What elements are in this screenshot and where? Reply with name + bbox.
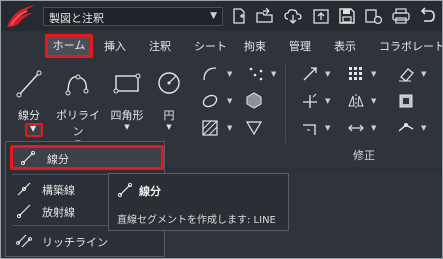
open-folder-icon[interactable] bbox=[255, 6, 275, 26]
app-logo-icon bbox=[7, 5, 35, 27]
chevron-down-icon[interactable]: ▼ bbox=[105, 123, 149, 131]
tab-parametric[interactable]: 拘束 bbox=[244, 38, 266, 54]
menu-item-label: 線分 bbox=[47, 153, 69, 166]
cloud-share-icon[interactable] bbox=[363, 6, 383, 26]
chevron-down-icon[interactable]: ▼ bbox=[227, 124, 232, 132]
circle-button-label: 円 bbox=[163, 109, 175, 122]
tab-view[interactable]: 表示 bbox=[334, 38, 356, 54]
circle-button[interactable]: 円 ▼ bbox=[151, 67, 187, 131]
line-button[interactable]: 線分 bbox=[11, 67, 47, 123]
chevron-down-icon[interactable]: ▼ bbox=[227, 97, 232, 105]
region-icon[interactable] bbox=[245, 91, 263, 109]
join-icon[interactable] bbox=[397, 119, 415, 137]
chevron-down-icon[interactable]: ▼ bbox=[325, 70, 330, 78]
chevron-down-icon[interactable]: ▼ bbox=[325, 124, 330, 132]
menu-item-label: 構築線 bbox=[42, 184, 75, 197]
chevron-down-icon[interactable]: ▼ bbox=[371, 97, 376, 105]
ellipse-icon[interactable] bbox=[201, 92, 219, 110]
rectangle-button[interactable]: 四角形 ▼ bbox=[105, 67, 149, 131]
undo-icon[interactable] bbox=[417, 6, 437, 26]
save-icon[interactable] bbox=[337, 6, 357, 26]
line-icon bbox=[16, 70, 42, 98]
tab-home[interactable]: ホーム bbox=[45, 34, 93, 58]
construction-line-icon bbox=[17, 182, 31, 196]
wipeout-icon[interactable] bbox=[245, 119, 263, 137]
polyline-icon bbox=[65, 74, 89, 96]
menu-item-label: リッチライン bbox=[42, 236, 108, 249]
rectangle-icon bbox=[113, 73, 141, 94]
circle-icon bbox=[158, 72, 180, 94]
line-icon bbox=[117, 182, 133, 198]
ribbon-tab-bar: ホーム 挿入 注釈 シート 拘束 管理 表示 コラボレート bbox=[1, 34, 442, 60]
trim-icon[interactable] bbox=[301, 92, 319, 110]
chevron-down-icon[interactable]: ▼ bbox=[325, 97, 330, 105]
polyline-button[interactable]: ポリライン ▼ bbox=[53, 67, 103, 147]
explode-icon[interactable] bbox=[397, 92, 415, 110]
panel-divider bbox=[285, 63, 286, 143]
line-button-label: 線分 bbox=[18, 109, 40, 122]
line-dropdown-arrow[interactable]: ▼ bbox=[25, 123, 43, 137]
line-icon bbox=[20, 150, 36, 166]
ray-icon bbox=[16, 204, 31, 219]
application-window: 製図と注釈 ▼ ホーム 挿入 注釈 シート 拘束 管理 表示 コラボレート 線分… bbox=[0, 0, 443, 259]
chevron-down-icon: ▼ bbox=[30, 124, 37, 133]
chevron-down-icon[interactable]: ▼ bbox=[421, 124, 426, 132]
polyline-button-label: ポリライン bbox=[56, 109, 100, 138]
array-icon[interactable] bbox=[347, 65, 365, 83]
menu-item-richline[interactable]: リッチライン bbox=[6, 230, 166, 252]
rectangle-button-label: 四角形 bbox=[110, 109, 144, 122]
chevron-down-icon[interactable]: ▼ bbox=[371, 124, 376, 132]
offset-icon[interactable] bbox=[301, 119, 319, 137]
menu-item-label: 放射線 bbox=[42, 206, 75, 219]
chevron-down-icon[interactable]: ▼ bbox=[227, 70, 232, 78]
stretch-icon[interactable] bbox=[347, 119, 365, 137]
print-icon[interactable] bbox=[391, 6, 411, 26]
chevron-down-icon[interactable]: ▼ bbox=[421, 70, 426, 78]
arc-icon[interactable] bbox=[201, 65, 219, 83]
hatch-icon[interactable] bbox=[201, 119, 219, 137]
chevron-down-icon: ▼ bbox=[210, 11, 217, 21]
menu-item-line[interactable]: 線分 bbox=[10, 145, 164, 170]
tab-manage[interactable]: 管理 bbox=[289, 38, 311, 54]
tooltip-description: 直線セグメントを作成します: LINE bbox=[117, 215, 276, 226]
workspace-select[interactable]: 製図と注釈 ▼ bbox=[43, 7, 223, 26]
tab-collaborate[interactable]: コラボレート bbox=[379, 38, 442, 54]
chevron-down-icon[interactable]: ▼ bbox=[271, 70, 276, 78]
chevron-down-icon[interactable]: ▼ bbox=[151, 123, 187, 131]
move-icon[interactable] bbox=[301, 65, 319, 83]
point-icon[interactable] bbox=[247, 65, 265, 83]
cloud-open-icon[interactable] bbox=[283, 6, 303, 26]
richline-icon bbox=[16, 234, 32, 248]
erase-icon[interactable] bbox=[397, 65, 415, 83]
workspace-select-value: 製図と注釈 bbox=[49, 12, 104, 25]
new-file-icon[interactable] bbox=[229, 6, 249, 26]
title-bar: 製図と注釈 ▼ bbox=[1, 1, 442, 31]
tooltip-title: 線分 bbox=[139, 185, 161, 198]
mirror-icon[interactable] bbox=[347, 92, 365, 110]
tab-annotate[interactable]: 注釈 bbox=[149, 38, 171, 54]
line-tooltip: 線分 直線セグメントを作成します: LINE bbox=[108, 173, 289, 231]
cloud-save-icon[interactable] bbox=[311, 6, 331, 26]
modify-panel-label: 修正 bbox=[353, 149, 375, 162]
chevron-down-icon[interactable]: ▼ bbox=[371, 70, 376, 78]
tab-layout[interactable]: シート bbox=[194, 38, 227, 54]
tab-insert[interactable]: 挿入 bbox=[104, 38, 126, 54]
